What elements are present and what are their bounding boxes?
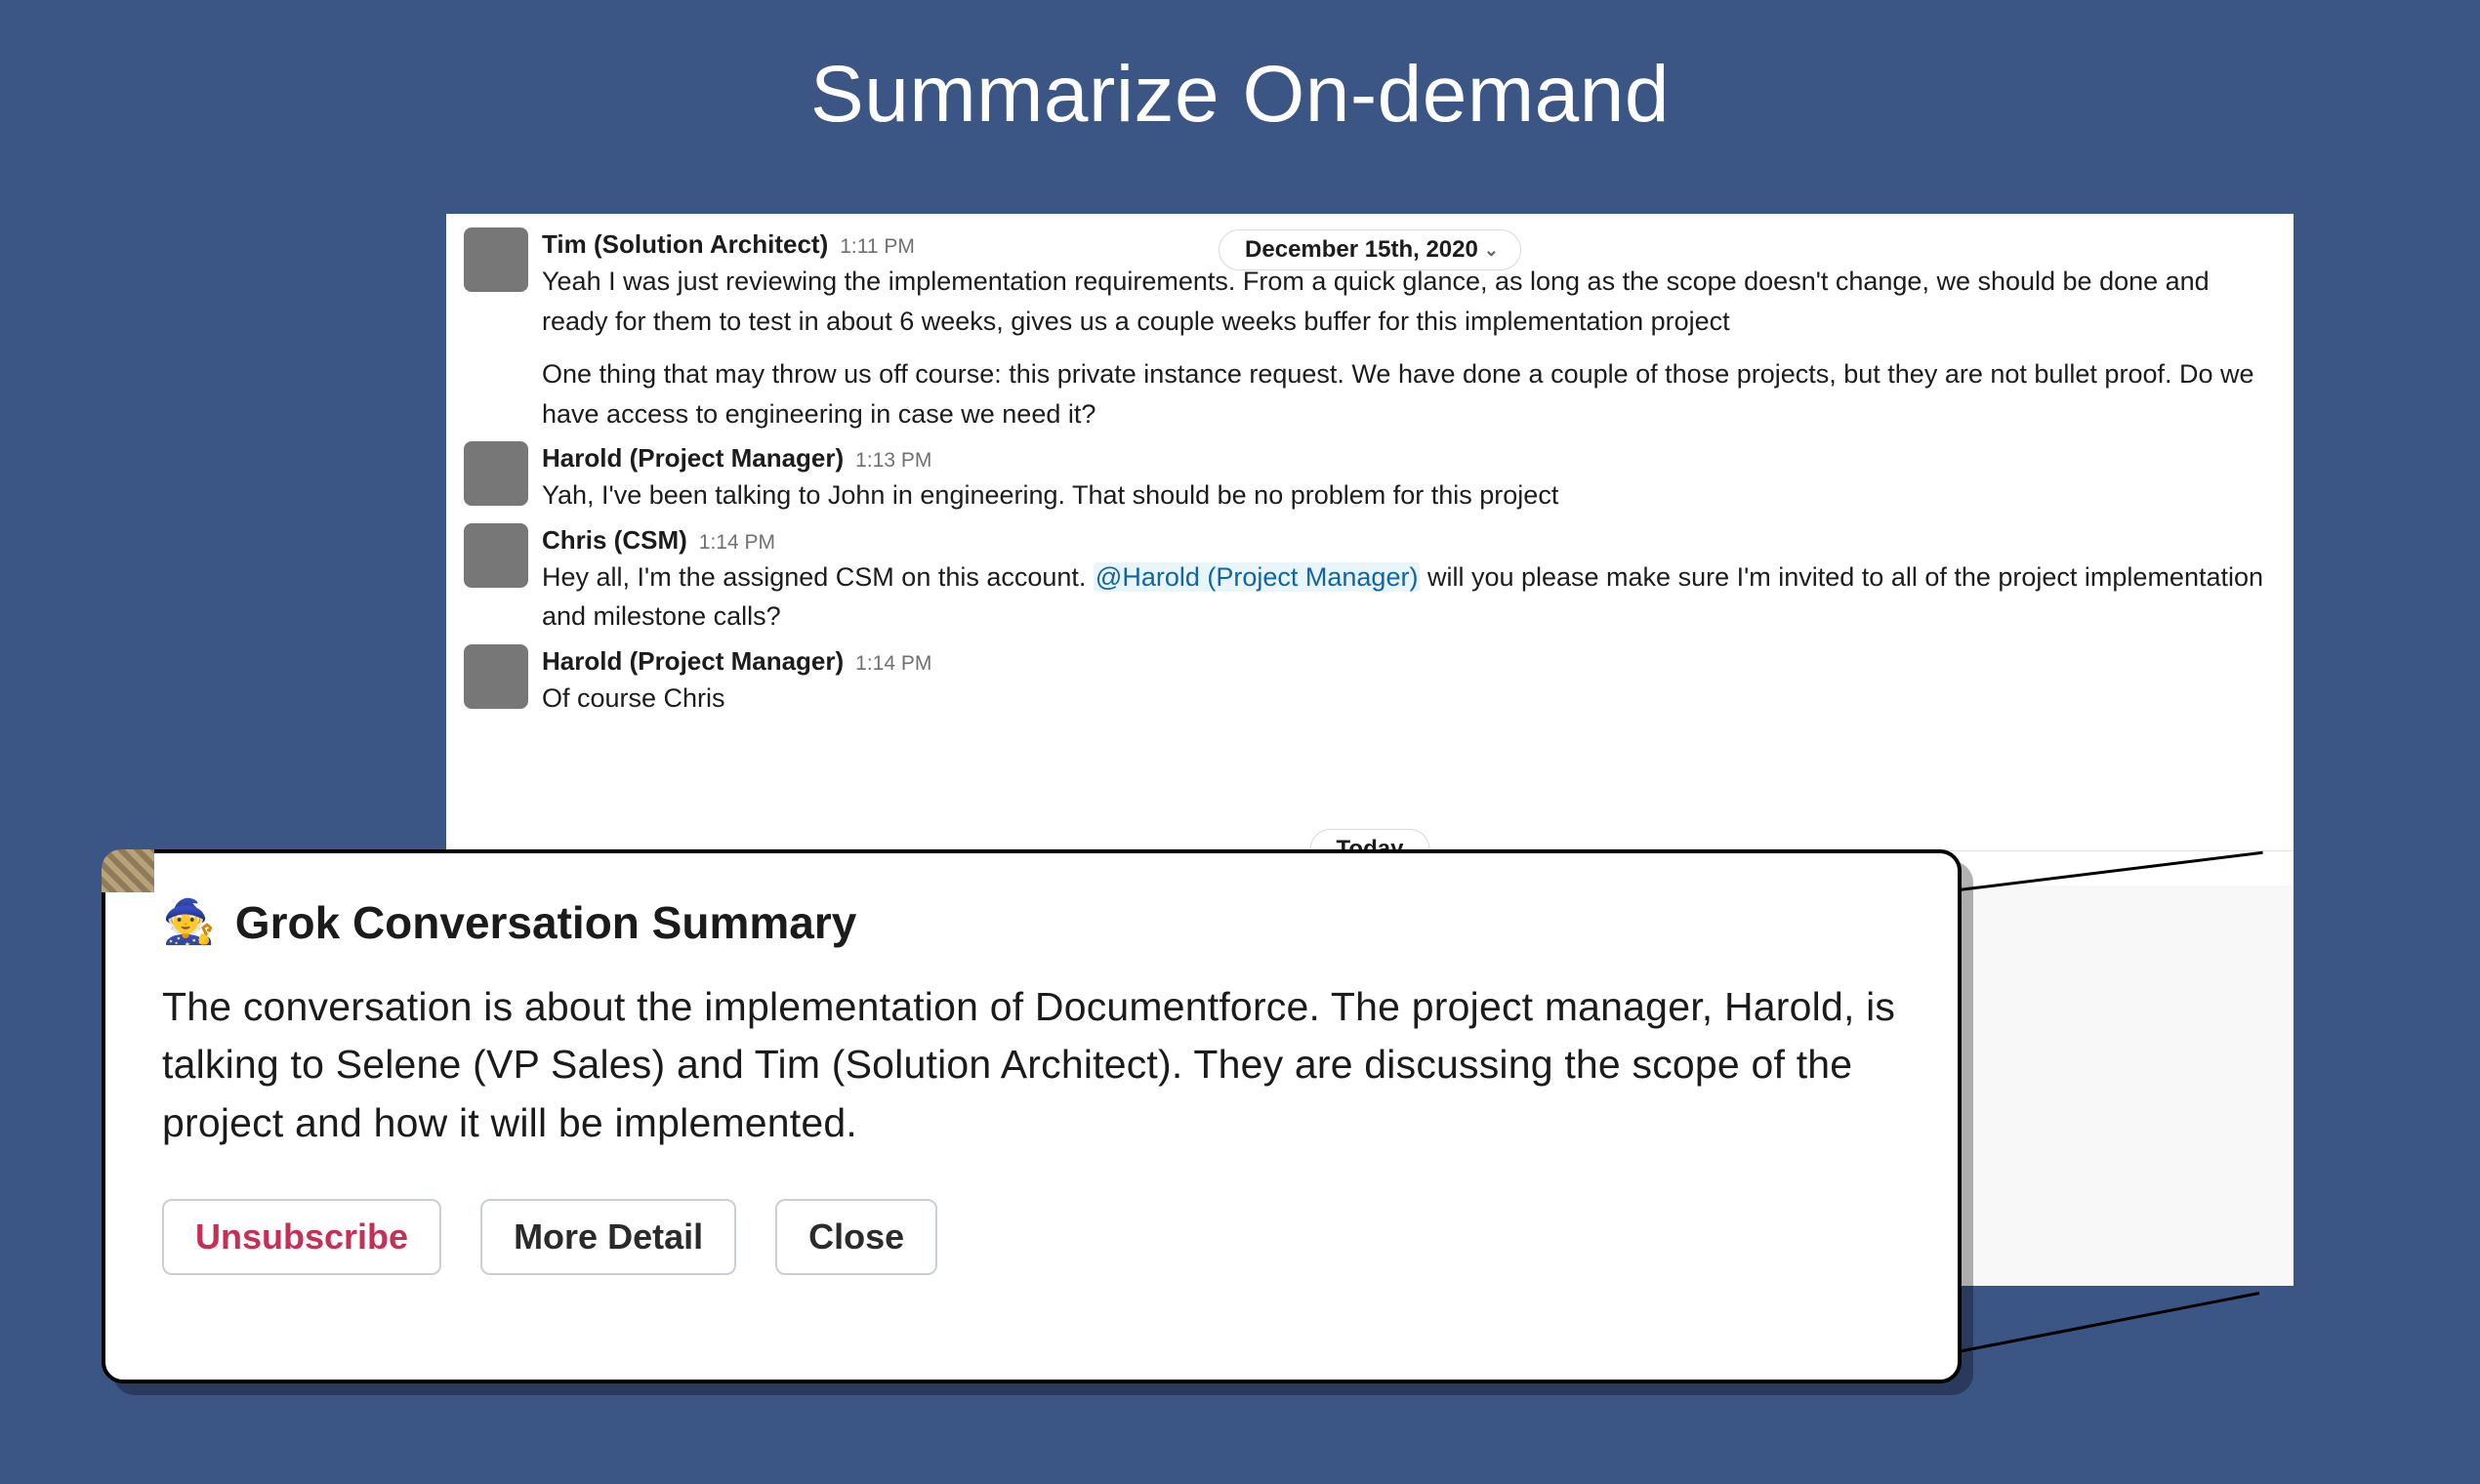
avatar[interactable]: [464, 644, 528, 709]
message-time: 1:14 PM: [855, 652, 931, 676]
message-text: Yah, I've been talking to John in engine…: [542, 475, 2276, 515]
message-row: Harold (Project Manager) 1:13 PM Yah, I'…: [446, 437, 2294, 519]
chevron-down-icon: ⌄: [1484, 240, 1499, 261]
date-chip-label: December 15th, 2020: [1245, 236, 1478, 264]
message-text: Of course Chris: [542, 679, 2276, 719]
message-row: Harold (Project Manager) 1:14 PM Of cour…: [446, 640, 2294, 722]
message-row: Chris (CSM) 1:14 PM Hey all, I'm the ass…: [446, 519, 2294, 640]
summary-title: Grok Conversation Summary: [235, 896, 857, 949]
summary-actions: Unsubscribe More Detail Close: [162, 1199, 1901, 1275]
more-detail-button[interactable]: More Detail: [480, 1199, 736, 1275]
callout-connector-line: [1943, 1292, 2260, 1356]
wizard-icon: 🧙: [162, 901, 216, 944]
message-time: 1:13 PM: [855, 449, 931, 473]
message-text: Yeah I was just reviewing the implementa…: [542, 262, 2276, 433]
slide-title: Summarize On-demand: [0, 0, 2480, 141]
message-author[interactable]: Harold (Project Manager): [542, 646, 844, 677]
message-time: 1:14 PM: [699, 531, 775, 555]
message-author[interactable]: Chris (CSM): [542, 525, 687, 556]
message-time: 1:11 PM: [840, 235, 915, 259]
avatar[interactable]: [464, 523, 528, 588]
avatar-fragment: [102, 849, 154, 892]
unsubscribe-button[interactable]: Unsubscribe: [162, 1199, 441, 1275]
message-author[interactable]: Tim (Solution Architect): [542, 229, 828, 260]
avatar[interactable]: [464, 227, 528, 292]
avatar[interactable]: [464, 441, 528, 506]
summary-body: The conversation is about the implementa…: [162, 978, 1901, 1152]
message-text: Hey all, I'm the assigned CSM on this ac…: [542, 557, 2276, 637]
date-chip[interactable]: December 15th, 2020 ⌄: [1219, 229, 1521, 270]
summary-callout: 🧙 Grok Conversation Summary The conversa…: [102, 849, 1962, 1383]
message-author[interactable]: Harold (Project Manager): [542, 443, 844, 474]
user-mention[interactable]: @Harold (Project Manager): [1094, 562, 1421, 592]
close-button[interactable]: Close: [775, 1199, 937, 1275]
